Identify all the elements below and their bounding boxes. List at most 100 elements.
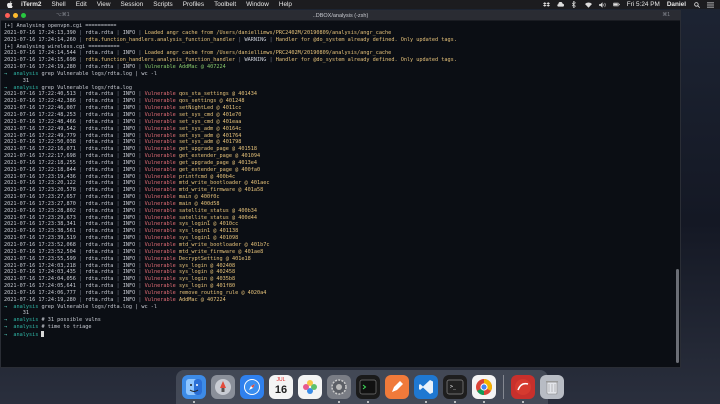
pencil-app-icon[interactable] bbox=[385, 375, 409, 399]
terminal-text: satellite_status @ 400d44 bbox=[178, 214, 258, 221]
terminal-text: get_upgrade_page @ 4013e4 bbox=[178, 159, 258, 166]
terminal-text: analysis bbox=[13, 317, 42, 324]
terminal-line: 2021-07-16 17:23:19,436 | rdta.rdta | IN… bbox=[4, 174, 674, 181]
terminal-text: INFO bbox=[122, 255, 139, 262]
menu-session[interactable]: Session bbox=[120, 0, 143, 9]
terminal-text: → bbox=[4, 84, 14, 91]
terminal-text: grep Vulnerable logs/rdta.log | wc -l bbox=[41, 70, 158, 77]
terminal-text: 2021-07-16 17:24:13,390 bbox=[4, 29, 79, 36]
dropbox-icon[interactable] bbox=[542, 1, 550, 8]
menu-profiles[interactable]: Profiles bbox=[183, 0, 204, 9]
terminal-line: 2021-07-16 17:23:29,673 | rdta.rdta | IN… bbox=[4, 215, 674, 222]
terminal-text: 2021-07-16 17:24:03,435 bbox=[4, 269, 79, 276]
calendar-month-label: JUL bbox=[276, 377, 286, 383]
battery-icon[interactable] bbox=[612, 1, 620, 8]
menu-shell[interactable]: Shell bbox=[51, 0, 65, 9]
wifi-icon[interactable] bbox=[584, 1, 592, 8]
terminal-text: rdta.rdta bbox=[85, 200, 117, 207]
terminal-text: 2021-07-16 17:22:42,386 bbox=[4, 98, 79, 105]
terminal-text: INFO bbox=[122, 283, 139, 290]
terminal-text: INFO bbox=[122, 289, 139, 296]
terminal-line: 2021-07-16 17:23:28,802 | rdta.rdta | IN… bbox=[4, 208, 674, 215]
terminal-text: INFO bbox=[122, 91, 139, 98]
terminal-text: INFO bbox=[122, 214, 139, 221]
terminal-text: 2021-07-16 17:22:49,779 bbox=[4, 132, 79, 139]
menubar-user[interactable]: Daniel bbox=[667, 0, 686, 9]
terminal-text: Vulnerable bbox=[144, 111, 179, 118]
menubar-clock[interactable]: Fri 5:24 PM bbox=[627, 0, 660, 9]
ida-icon[interactable] bbox=[511, 375, 535, 403]
terminal-line: 2021-07-16 17:23:52,068 | rdta.rdta | IN… bbox=[4, 242, 674, 249]
safari-icon[interactable] bbox=[240, 375, 264, 399]
terminal-text: Vulnerable bbox=[144, 207, 179, 214]
terminal-line: 2021-07-16 17:24:15,698 | rdta.function_… bbox=[4, 57, 674, 64]
calendar-day-label: 16 bbox=[274, 383, 288, 396]
terminal-line: 2021-07-16 17:24:04,056 | rdta.rdta | IN… bbox=[4, 276, 674, 283]
terminal-text: analysis bbox=[13, 70, 42, 77]
trash-icon[interactable] bbox=[540, 375, 564, 399]
system-preferences-icon[interactable] bbox=[327, 375, 351, 403]
terminal-text: set_sys_adm @ 401764 bbox=[178, 132, 242, 139]
terminal-line: 2021-07-16 17:24:13,390 | rdta.rdta | IN… bbox=[4, 30, 674, 37]
running-indicator bbox=[483, 401, 485, 403]
terminal-text: INFO bbox=[122, 276, 139, 283]
terminal-line: 2021-07-16 17:22:48,466 | rdta.rdta | IN… bbox=[4, 119, 674, 126]
terminal-text: INFO bbox=[122, 132, 139, 139]
terminal-text: INFO bbox=[122, 139, 139, 146]
menu-scripts[interactable]: Scripts bbox=[153, 0, 173, 9]
terminal-text: sys_login1 @ 401138 bbox=[178, 228, 239, 235]
terminal-icon[interactable]: >_ bbox=[443, 375, 467, 403]
terminal-line: 2021-07-16 17:22:18,255 | rdta.rdta | IN… bbox=[4, 160, 674, 167]
photos-icon[interactable] bbox=[298, 375, 322, 399]
terminal-text: sys_login @ 402458 bbox=[178, 269, 236, 276]
terminal-window: ⌥⌘1 ..DBOX/analysis (-zsh) ⌘1 [+] Analys… bbox=[0, 10, 681, 368]
terminal-text: qos_settings @ 401248 bbox=[178, 98, 245, 105]
terminal-text: rdta.rdta bbox=[85, 276, 117, 283]
control-center-icon[interactable] bbox=[707, 1, 714, 8]
terminal-text: 2021-07-16 17:23:38,341 bbox=[4, 221, 79, 228]
menu-toolbelt[interactable]: Toolbelt bbox=[214, 0, 236, 9]
search-icon[interactable] bbox=[693, 1, 700, 8]
terminal-text: 2021-07-16 17:22:18,255 bbox=[4, 159, 79, 166]
terminal-scrollbar[interactable] bbox=[676, 269, 679, 363]
terminal-text: set_sys_adm @ 401798 bbox=[178, 139, 242, 146]
menu-window[interactable]: Window bbox=[246, 0, 269, 9]
terminal-text: rdta.rdta bbox=[85, 228, 117, 235]
terminal-text: mtd_write_bootloader @ 401aec bbox=[178, 180, 270, 187]
terminal-text: Vulnerable AddMac @ 407224 bbox=[144, 64, 226, 71]
terminal-text: INFO bbox=[122, 207, 139, 214]
running-indicator bbox=[367, 401, 369, 403]
menu-help[interactable]: Help bbox=[279, 0, 292, 9]
apple-menu-icon[interactable] bbox=[6, 1, 13, 8]
terminal-text: INFO bbox=[122, 98, 139, 105]
launchpad-icon[interactable] bbox=[211, 375, 235, 399]
menu-app-name[interactable]: iTerm2 bbox=[21, 0, 41, 9]
terminal-text: 2021-07-16 17:22:48,253 bbox=[4, 111, 79, 118]
terminal-text: 2021-07-16 17:24:15,698 bbox=[4, 57, 79, 64]
terminal-text: rdta.rdta bbox=[85, 296, 117, 303]
terminal-text: 2021-07-16 17:23:28,802 bbox=[4, 207, 79, 214]
window-titlebar[interactable]: ⌥⌘1 ..DBOX/analysis (-zsh) ⌘1 bbox=[1, 11, 680, 21]
vscode-icon[interactable] bbox=[414, 375, 438, 403]
bluetooth-icon[interactable] bbox=[571, 1, 578, 8]
calendar-icon[interactable]: JUL 16 bbox=[269, 375, 293, 399]
volume-icon[interactable] bbox=[598, 1, 606, 8]
terminal-line: 2021-07-16 17:24:14,544 | rdta.rdta | IN… bbox=[4, 50, 674, 57]
terminal-text: rdta.rdta bbox=[85, 153, 117, 160]
chrome-icon[interactable] bbox=[472, 375, 496, 403]
menu-view[interactable]: View bbox=[97, 0, 111, 9]
terminal-text: INFO bbox=[122, 235, 139, 242]
terminal-text: grep Vulnerable logs/rdta.log bbox=[41, 84, 133, 91]
menu-edit[interactable]: Edit bbox=[76, 0, 87, 9]
terminal-output[interactable]: [+] Analysing openvpn.cgi ========== 2021… bbox=[1, 22, 674, 367]
terminal-text: rdta.rdta bbox=[85, 105, 117, 112]
running-indicator bbox=[338, 401, 340, 403]
terminal-text: INFO bbox=[122, 180, 139, 187]
terminal-text: rdta.rdta bbox=[85, 187, 117, 194]
terminal-text: rdta.rdta bbox=[85, 255, 117, 262]
terminal-text: Loaded angr cache from /Users/daniellimw… bbox=[144, 29, 392, 36]
finder-icon[interactable] bbox=[182, 375, 206, 403]
terminal-text: rdta.rdta bbox=[85, 283, 117, 290]
iterm-icon[interactable] bbox=[356, 375, 380, 403]
cloud-icon[interactable] bbox=[557, 1, 564, 8]
